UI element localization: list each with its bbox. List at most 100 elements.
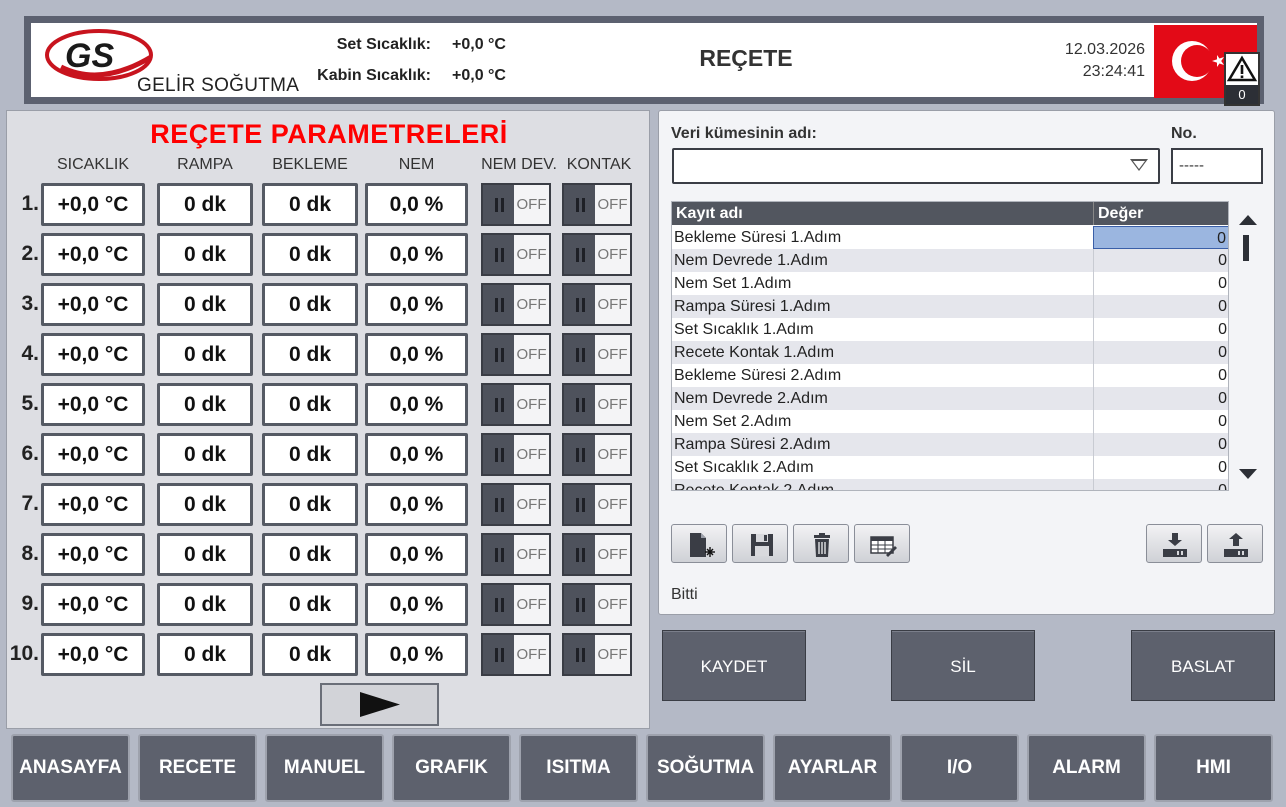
wait-field[interactable]: 0 dk [262,383,358,426]
humidity-dev-toggle[interactable]: OFF [481,533,551,576]
temp-field[interactable]: +0,0 °C [41,383,145,426]
humidity-field[interactable]: 0,0 % [365,383,468,426]
table-row[interactable]: Recete Kontak 1.Adım 0 [672,341,1228,364]
humidity-field[interactable]: 0,0 % [365,533,468,576]
nav-button-grafik[interactable]: GRAFIK [392,734,511,802]
record-value[interactable]: 0 [1093,341,1228,364]
contact-toggle[interactable]: OFF [562,383,632,426]
table-row[interactable]: Nem Set 2.Adım 0 [672,410,1228,433]
nav-button-hmi[interactable]: HMI [1154,734,1273,802]
scroll-down-icon[interactable] [1239,469,1257,479]
export-button[interactable] [1207,524,1263,563]
ramp-field[interactable]: 0 dk [157,483,253,526]
ramp-field[interactable]: 0 dk [157,333,253,376]
temp-field[interactable]: +0,0 °C [41,583,145,626]
contact-toggle[interactable]: OFF [562,533,632,576]
contact-toggle[interactable]: OFF [562,433,632,476]
humidity-field[interactable]: 0,0 % [365,283,468,326]
record-value[interactable]: 0 [1093,387,1228,410]
table-row[interactable]: Recete Kontak 2.Adım 0 [672,479,1228,490]
start-button[interactable]: BASLAT [1131,630,1275,701]
nav-button-io[interactable]: I/O [900,734,1019,802]
temp-field[interactable]: +0,0 °C [41,633,145,676]
record-value[interactable]: 0 [1093,433,1228,456]
nav-button-manuel[interactable]: MANUEL [265,734,384,802]
record-value[interactable]: 0 [1093,295,1228,318]
ramp-field[interactable]: 0 dk [157,533,253,576]
wait-field[interactable]: 0 dk [262,333,358,376]
ramp-field[interactable]: 0 dk [157,233,253,276]
temp-field[interactable]: +0,0 °C [41,233,145,276]
table-row[interactable]: Bekleme Süresi 1.Adım 0 [672,226,1228,249]
save-record-button[interactable] [732,524,788,563]
humidity-field[interactable]: 0,0 % [365,583,468,626]
temp-field[interactable]: +0,0 °C [41,183,145,226]
scroll-up-icon[interactable] [1239,215,1257,225]
humidity-field[interactable]: 0,0 % [365,483,468,526]
contact-toggle[interactable]: OFF [562,583,632,626]
temp-field[interactable]: +0,0 °C [41,533,145,576]
humidity-field[interactable]: 0,0 % [365,183,468,226]
ramp-field[interactable]: 0 dk [157,383,253,426]
next-page-button[interactable] [320,683,439,726]
new-record-button[interactable] [671,524,727,563]
nav-button-anasayfa[interactable]: ANASAYFA [11,734,130,802]
humidity-dev-toggle[interactable]: OFF [481,333,551,376]
humidity-dev-toggle[interactable]: OFF [481,283,551,326]
humidity-dev-toggle[interactable]: OFF [481,633,551,676]
table-row[interactable]: Rampa Süresi 1.Adım 0 [672,295,1228,318]
wait-field[interactable]: 0 dk [262,233,358,276]
record-value[interactable]: 0 [1093,318,1228,341]
contact-toggle[interactable]: OFF [562,333,632,376]
ramp-field[interactable]: 0 dk [157,183,253,226]
humidity-field[interactable]: 0,0 % [365,633,468,676]
record-value[interactable]: 0 [1093,226,1228,249]
table-row[interactable]: Rampa Süresi 2.Adım 0 [672,433,1228,456]
temp-field[interactable]: +0,0 °C [41,483,145,526]
record-number-field[interactable]: ----- [1171,148,1263,184]
table-row[interactable]: Set Sıcaklık 2.Adım 0 [672,456,1228,479]
contact-toggle[interactable]: OFF [562,233,632,276]
humidity-field[interactable]: 0,0 % [365,233,468,276]
humidity-dev-toggle[interactable]: OFF [481,383,551,426]
nav-button-isitma[interactable]: ISITMA [519,734,638,802]
humidity-dev-toggle[interactable]: OFF [481,183,551,226]
alarm-indicator[interactable]: 0 [1224,52,1260,106]
table-row[interactable]: Nem Devrede 1.Adım 0 [672,249,1228,272]
temp-field[interactable]: +0,0 °C [41,333,145,376]
contact-toggle[interactable]: OFF [562,483,632,526]
table-row[interactable]: Nem Devrede 2.Adım 0 [672,387,1228,410]
wait-field[interactable]: 0 dk [262,183,358,226]
ramp-field[interactable]: 0 dk [157,633,253,676]
record-value[interactable]: 0 [1093,272,1228,295]
ramp-field[interactable]: 0 dk [157,283,253,326]
contact-toggle[interactable]: OFF [562,283,632,326]
record-value[interactable]: 0 [1093,364,1228,387]
contact-toggle[interactable]: OFF [562,183,632,226]
nav-button-soğutma[interactable]: SOĞUTMA [646,734,765,802]
temp-field[interactable]: +0,0 °C [41,283,145,326]
humidity-dev-toggle[interactable]: OFF [481,483,551,526]
nav-button-alarm[interactable]: ALARM [1027,734,1146,802]
wait-field[interactable]: 0 dk [262,483,358,526]
nav-button-recete[interactable]: RECETE [138,734,257,802]
ramp-field[interactable]: 0 dk [157,433,253,476]
record-value[interactable]: 0 [1093,456,1228,479]
wait-field[interactable]: 0 dk [262,433,358,476]
dataset-dropdown[interactable] [672,148,1160,184]
nav-button-ayarlar[interactable]: AYARLAR [773,734,892,802]
wait-field[interactable]: 0 dk [262,283,358,326]
wait-field[interactable]: 0 dk [262,633,358,676]
wait-field[interactable]: 0 dk [262,533,358,576]
humidity-dev-toggle[interactable]: OFF [481,233,551,276]
save-button[interactable]: KAYDET [662,630,806,701]
table-row[interactable]: Bekleme Süresi 2.Adım 0 [672,364,1228,387]
scrollbar-thumb[interactable] [1243,235,1249,261]
record-value[interactable]: 0 [1093,410,1228,433]
humidity-field[interactable]: 0,0 % [365,433,468,476]
humidity-dev-toggle[interactable]: OFF [481,433,551,476]
delete-record-button[interactable] [793,524,849,563]
contact-toggle[interactable]: OFF [562,633,632,676]
humidity-field[interactable]: 0,0 % [365,333,468,376]
humidity-dev-toggle[interactable]: OFF [481,583,551,626]
